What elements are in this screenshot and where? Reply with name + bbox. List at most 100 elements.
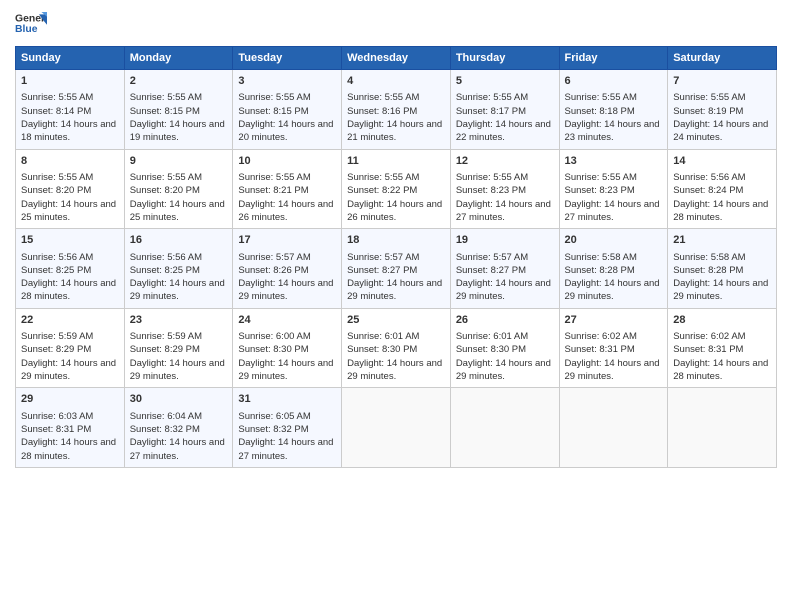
sunset-text: Sunset: 8:32 PM [130, 423, 228, 436]
sunset-text: Sunset: 8:15 PM [130, 105, 228, 118]
daylight-text: Daylight: 14 hours and 29 minutes. [456, 357, 554, 384]
sunset-text: Sunset: 8:25 PM [130, 264, 228, 277]
daylight-text: Daylight: 14 hours and 28 minutes. [21, 436, 119, 463]
sunrise-text: Sunrise: 5:55 AM [565, 171, 663, 184]
empty-cell [559, 388, 668, 468]
calendar-day-cell: 30 Sunrise: 6:04 AMSunset: 8:32 PMDayligh… [124, 388, 233, 468]
calendar-day-cell: 18Sunrise: 5:57 AMSunset: 8:27 PMDayligh… [342, 229, 451, 309]
calendar-day-cell: 12Sunrise: 5:55 AMSunset: 8:23 PMDayligh… [450, 149, 559, 229]
sunset-text: Sunset: 8:22 PM [347, 184, 445, 197]
day-number: 9 [130, 154, 228, 169]
empty-cell [342, 388, 451, 468]
calendar-day-cell: 9Sunrise: 5:55 AMSunset: 8:20 PMDaylight… [124, 149, 233, 229]
daylight-text: Daylight: 14 hours and 27 minutes. [238, 436, 336, 463]
calendar-day-cell: 1Sunrise: 5:55 AMSunset: 8:14 PMDaylight… [16, 70, 125, 150]
sunrise-text: Sunrise: 6:03 AM [21, 410, 119, 423]
day-number: 26 [456, 313, 554, 328]
sunset-text: Sunset: 8:17 PM [456, 105, 554, 118]
day-number: 17 [238, 233, 336, 248]
daylight-text: Daylight: 14 hours and 28 minutes. [21, 277, 119, 304]
sunset-text: Sunset: 8:14 PM [21, 105, 119, 118]
sunrise-text: Sunrise: 5:57 AM [456, 251, 554, 264]
calendar-week-row: 15Sunrise: 5:56 AMSunset: 8:25 PMDayligh… [16, 229, 777, 309]
sunset-text: Sunset: 8:30 PM [238, 343, 336, 356]
sunset-text: Sunset: 8:20 PM [21, 184, 119, 197]
daylight-text: Daylight: 14 hours and 27 minutes. [130, 436, 228, 463]
sunrise-text: Sunrise: 5:59 AM [130, 330, 228, 343]
day-number: 30 [130, 392, 228, 407]
sunrise-text: Sunrise: 5:57 AM [238, 251, 336, 264]
calendar-week-row: 29Sunrise: 6:03 AMSunset: 8:31 PMDayligh… [16, 388, 777, 468]
calendar-day-cell: 17Sunrise: 5:57 AMSunset: 8:26 PMDayligh… [233, 229, 342, 309]
empty-cell [450, 388, 559, 468]
calendar-day-cell: 19Sunrise: 5:57 AMSunset: 8:27 PMDayligh… [450, 229, 559, 309]
daylight-text: Daylight: 14 hours and 28 minutes. [673, 357, 771, 384]
calendar-table: SundayMondayTuesdayWednesdayThursdayFrid… [15, 46, 777, 468]
sunset-text: Sunset: 8:25 PM [21, 264, 119, 277]
sunset-text: Sunset: 8:28 PM [673, 264, 771, 277]
col-header-thursday: Thursday [450, 47, 559, 70]
daylight-text: Daylight: 14 hours and 27 minutes. [565, 198, 663, 225]
sunset-text: Sunset: 8:28 PM [565, 264, 663, 277]
sunset-text: Sunset: 8:20 PM [130, 184, 228, 197]
calendar-day-cell: 16Sunrise: 5:56 AMSunset: 8:25 PMDayligh… [124, 229, 233, 309]
daylight-text: Daylight: 14 hours and 22 minutes. [456, 118, 554, 145]
sunrise-text: Sunrise: 5:55 AM [238, 171, 336, 184]
sunrise-text: Sunrise: 6:04 AM [130, 410, 228, 423]
day-number: 1 [21, 74, 119, 89]
day-number: 31 [238, 392, 336, 407]
day-number: 29 [21, 392, 119, 407]
day-number: 14 [673, 154, 771, 169]
day-number: 5 [456, 74, 554, 89]
sunset-text: Sunset: 8:21 PM [238, 184, 336, 197]
daylight-text: Daylight: 14 hours and 29 minutes. [130, 277, 228, 304]
day-number: 2 [130, 74, 228, 89]
sunrise-text: Sunrise: 5:59 AM [21, 330, 119, 343]
sunrise-text: Sunrise: 6:05 AM [238, 410, 336, 423]
col-header-saturday: Saturday [668, 47, 777, 70]
sunset-text: Sunset: 8:27 PM [456, 264, 554, 277]
daylight-text: Daylight: 14 hours and 29 minutes. [673, 277, 771, 304]
empty-cell [668, 388, 777, 468]
day-number: 28 [673, 313, 771, 328]
calendar-day-cell: 3Sunrise: 5:55 AMSunset: 8:15 PMDaylight… [233, 70, 342, 150]
daylight-text: Daylight: 14 hours and 28 minutes. [673, 198, 771, 225]
daylight-text: Daylight: 14 hours and 19 minutes. [130, 118, 228, 145]
calendar-day-cell: 24Sunrise: 6:00 AMSunset: 8:30 PMDayligh… [233, 308, 342, 388]
col-header-wednesday: Wednesday [342, 47, 451, 70]
svg-text:Blue: Blue [15, 24, 38, 35]
sunrise-text: Sunrise: 5:55 AM [130, 91, 228, 104]
sunrise-text: Sunrise: 5:57 AM [347, 251, 445, 264]
day-number: 13 [565, 154, 663, 169]
daylight-text: Daylight: 14 hours and 29 minutes. [456, 277, 554, 304]
sunset-text: Sunset: 8:23 PM [565, 184, 663, 197]
calendar-day-cell: 8Sunrise: 5:55 AMSunset: 8:20 PMDaylight… [16, 149, 125, 229]
daylight-text: Daylight: 14 hours and 25 minutes. [130, 198, 228, 225]
daylight-text: Daylight: 14 hours and 29 minutes. [130, 357, 228, 384]
sunrise-text: Sunrise: 5:55 AM [456, 171, 554, 184]
calendar-day-cell: 22Sunrise: 5:59 AMSunset: 8:29 PMDayligh… [16, 308, 125, 388]
day-number: 24 [238, 313, 336, 328]
calendar-day-cell: 5Sunrise: 5:55 AMSunset: 8:17 PMDaylight… [450, 70, 559, 150]
calendar-day-cell: 15Sunrise: 5:56 AMSunset: 8:25 PMDayligh… [16, 229, 125, 309]
day-number: 21 [673, 233, 771, 248]
calendar-day-cell: 29Sunrise: 6:03 AMSunset: 8:31 PMDayligh… [16, 388, 125, 468]
daylight-text: Daylight: 14 hours and 25 minutes. [21, 198, 119, 225]
sunrise-text: Sunrise: 5:55 AM [673, 91, 771, 104]
sunset-text: Sunset: 8:31 PM [565, 343, 663, 356]
sunrise-text: Sunrise: 6:01 AM [456, 330, 554, 343]
sunrise-text: Sunrise: 5:56 AM [130, 251, 228, 264]
sunset-text: Sunset: 8:31 PM [673, 343, 771, 356]
sunrise-text: Sunrise: 6:00 AM [238, 330, 336, 343]
calendar-week-row: 22Sunrise: 5:59 AMSunset: 8:29 PMDayligh… [16, 308, 777, 388]
daylight-text: Daylight: 14 hours and 21 minutes. [347, 118, 445, 145]
col-header-tuesday: Tuesday [233, 47, 342, 70]
sunset-text: Sunset: 8:27 PM [347, 264, 445, 277]
day-number: 15 [21, 233, 119, 248]
calendar-day-cell: 4Sunrise: 5:55 AMSunset: 8:16 PMDaylight… [342, 70, 451, 150]
daylight-text: Daylight: 14 hours and 18 minutes. [21, 118, 119, 145]
calendar-day-cell: 13 Sunrise: 5:55 AMSunset: 8:23 PMDayligh… [559, 149, 668, 229]
sunrise-text: Sunrise: 5:55 AM [347, 91, 445, 104]
sunset-text: Sunset: 8:16 PM [347, 105, 445, 118]
calendar-day-cell: 10Sunrise: 5:55 AMSunset: 8:21 PMDayligh… [233, 149, 342, 229]
